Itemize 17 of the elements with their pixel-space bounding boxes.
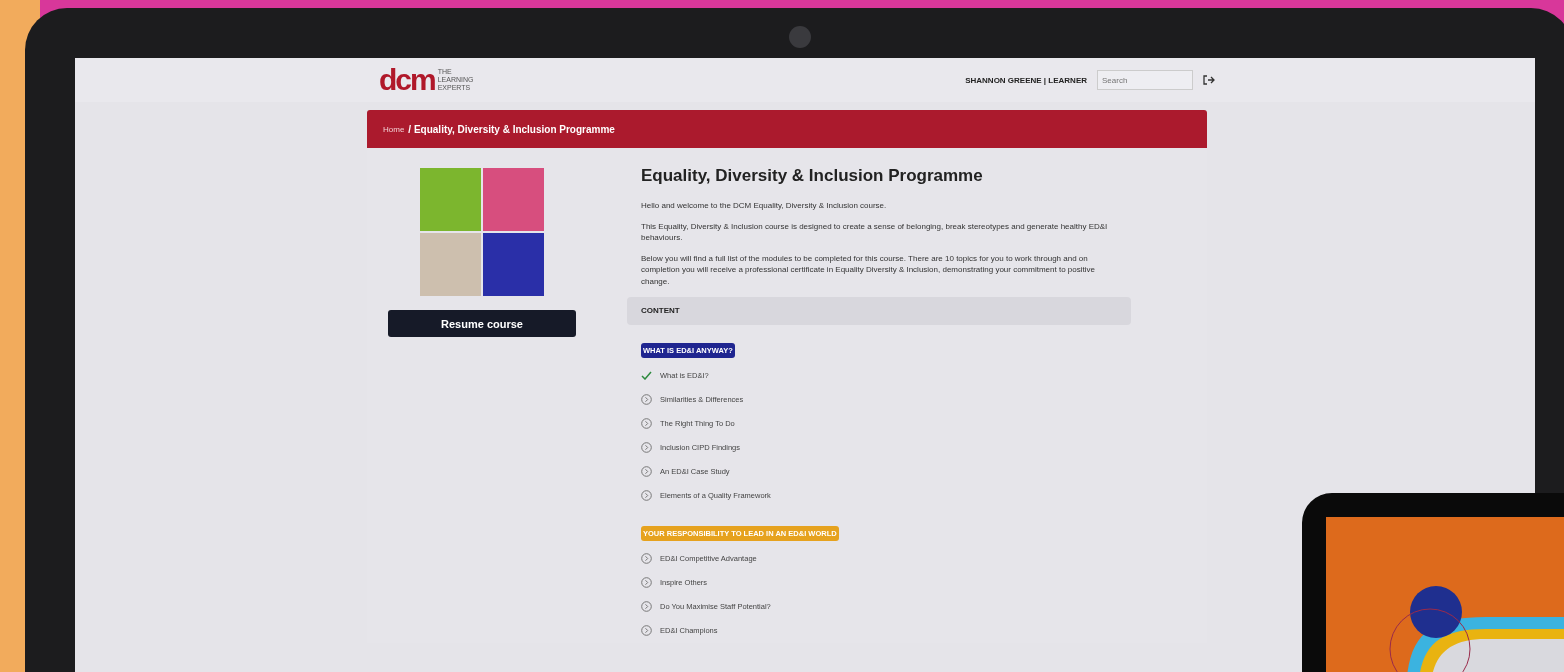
resume-button[interactable]: Resume course — [388, 310, 576, 337]
intro-paragraph: Hello and welcome to the DCM Equality, Diversity & Inclusion course. — [641, 200, 888, 212]
course-title: Equality, Diversity & Inclusion Programme — [641, 166, 984, 186]
logout-icon[interactable] — [1203, 75, 1215, 85]
intro-paragraph: Below you will find a full list of the modules to be completed for this course. There are 10 topics for you to work through and on completion you will receive a professional certificate in Equality Diversity & Inclusion, demonstrating your commitment to positive change. — [641, 252, 1096, 288]
user-name: SHANNON GREENE | LEARNER — [965, 75, 1087, 85]
photo-placeholder — [420, 168, 481, 231]
photo-placeholder — [483, 168, 544, 231]
photo-placeholder — [483, 233, 544, 296]
home-link[interactable]: Home — [383, 124, 405, 134]
photo-placeholder — [420, 233, 481, 296]
logo-text[interactable]: dcm — [379, 65, 435, 95]
content-header: CONTENT — [627, 296, 1131, 325]
intro-paragraph: This Equality, Diversity & Inclusion course is designed to create a sense of belonging, break stereotypes and generate healthy ED&I behaviours. — [641, 220, 1109, 244]
camera-icon — [789, 26, 811, 48]
search-field[interactable]: Search — [1097, 70, 1193, 90]
breadcrumb-current: / Equality, Diversity & Inclusion Programme — [408, 123, 615, 135]
